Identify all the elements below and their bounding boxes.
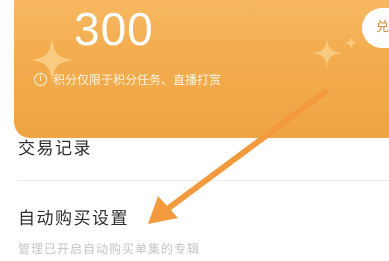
points-notice: i 积分仅限于积分任务、直播打赏 bbox=[34, 71, 221, 88]
notice-text: 积分仅限于积分任务、直播打赏 bbox=[53, 73, 222, 87]
sparkle-decoration bbox=[344, 36, 358, 50]
transaction-record-label: 交易记录 bbox=[18, 139, 92, 159]
redeem-button[interactable]: 兑 bbox=[362, 8, 389, 48]
auto-purchase-settings-subtitle: 管理已开启自动购买单集的专辑 bbox=[18, 242, 201, 256]
info-icon: i bbox=[34, 73, 47, 86]
auto-purchase-settings-label: 自动购买设置 bbox=[18, 209, 129, 229]
sparkle-decoration bbox=[312, 38, 342, 68]
divider bbox=[18, 180, 389, 181]
points-card: 300 兑 i 积分仅限于积分任务、直播打赏 bbox=[14, 0, 389, 138]
screen: 300 兑 i 积分仅限于积分任务、直播打赏 交易记录 自动购买设置 管理已开启… bbox=[0, 0, 389, 261]
points-value: 300 bbox=[74, 3, 154, 55]
